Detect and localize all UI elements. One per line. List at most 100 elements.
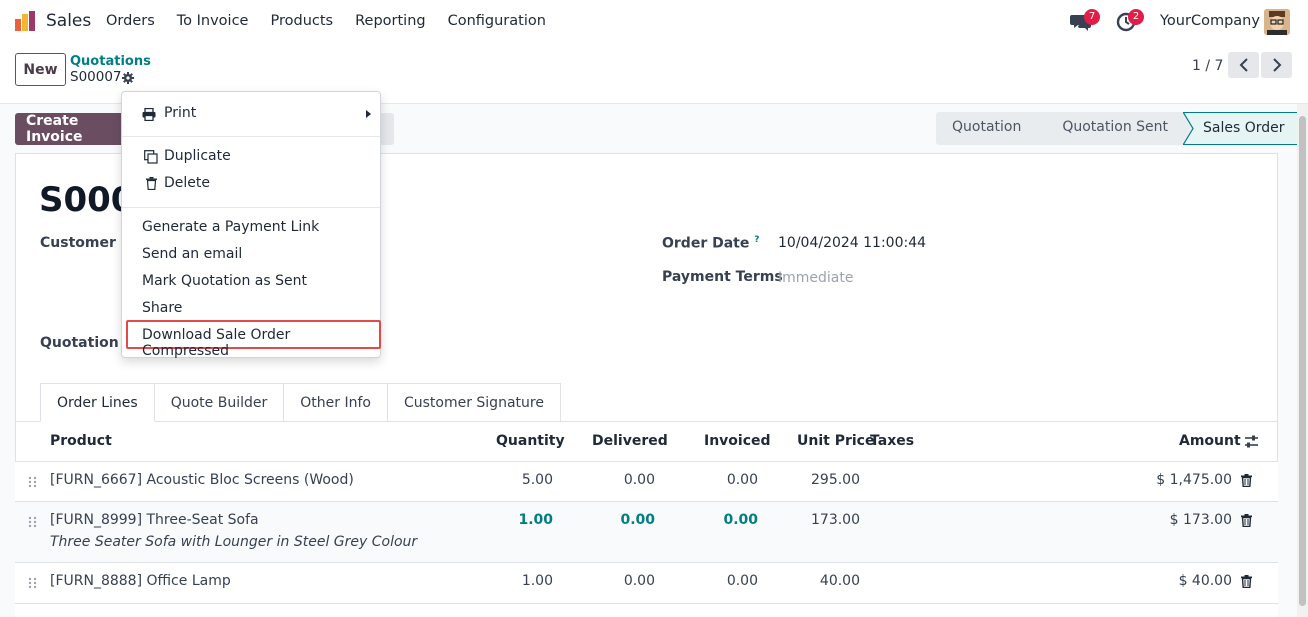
print-menu-item[interactable]: Print [122,101,380,127]
amount-value: $ 1,475.00 [1156,472,1232,488]
create-invoice-button[interactable]: Create Invoice [15,113,127,145]
delivered-value: 0.00 [623,573,655,589]
column-amount[interactable]: Amount [1179,433,1241,449]
mark-as-sent-menu-item[interactable]: Mark Quotation as Sent [122,269,380,295]
top-navbar: Sales Orders To Invoice Products Reporti… [0,0,1308,44]
stage-sales-order[interactable]: Sales Order [1195,112,1300,145]
user-avatar[interactable] [1264,9,1290,35]
duplicate-menu-item[interactable]: Duplicate [122,144,380,170]
new-button[interactable]: New [15,53,66,86]
generate-payment-link-menu-item[interactable]: Generate a Payment Link [122,215,380,241]
quantity-value[interactable]: 5.00 [453,472,553,488]
quantity-value[interactable]: 1.00 [453,573,553,589]
chevron-right-icon [1272,58,1281,72]
trash-icon[interactable] [1241,474,1252,487]
delete-menu-item[interactable]: Delete [122,171,380,197]
trash-icon [146,177,157,190]
trash-icon[interactable] [1241,514,1252,527]
table-row[interactable]: [FURN_8888] Office Lamp 1.00 0.00 0.00 4… [15,563,1278,604]
stage-quotation-sent[interactable]: Quotation Sent [1036,112,1184,145]
tab-quote-builder[interactable]: Quote Builder [154,383,285,422]
column-invoiced[interactable]: Invoiced [704,433,771,449]
menu-configuration[interactable]: Configuration [448,13,546,29]
tab-order-lines[interactable]: Order Lines [40,383,155,422]
table-row[interactable]: [FURN_6667] Acoustic Bloc Screens (Wood)… [15,462,1278,502]
main-menu: Orders To Invoice Products Reporting Con… [106,13,568,29]
avatar-image [1264,9,1290,35]
breadcrumb-current: S00007 [70,69,122,85]
chevron-left-icon [1239,58,1248,72]
pager-previous-button[interactable] [1228,52,1259,78]
pager-value[interactable]: 1 / 7 [1192,58,1223,74]
menu-divider [122,136,380,137]
status-bar: Quotation Quotation Sent Sales Order [936,112,1300,145]
menu-to-invoice[interactable]: To Invoice [177,13,249,29]
activities-badge: 2 [1128,9,1144,25]
app-name[interactable]: Sales [46,11,91,31]
company-switcher[interactable]: YourCompany [1160,13,1260,29]
action-dropdown-menu: Print Duplicate Delete Generate a Paymen… [121,91,381,359]
payment-terms-label: Payment Terms [662,269,783,285]
gear-icon[interactable] [122,72,134,84]
table-row[interactable]: [FURN_8999] Three-Seat Sofa Three Seater… [15,502,1278,563]
payment-terms-field[interactable]: Immediate [778,270,853,286]
column-unit-price[interactable]: Unit Price [797,433,874,449]
order-date-label: Order Date ? [662,235,759,252]
scrollbar-thumb[interactable] [1299,116,1306,606]
unit-price-value[interactable]: 40.00 [760,573,860,589]
print-icon [142,108,156,121]
share-menu-item[interactable]: Share [122,296,380,322]
amount-value: $ 40.00 [1178,573,1232,589]
tab-other-info[interactable]: Other Info [284,383,388,422]
delete-label: Delete [164,175,210,191]
unit-price-value[interactable]: 295.00 [760,472,860,488]
trash-icon[interactable] [1241,575,1252,588]
print-label: Print [164,105,197,121]
unit-price-value[interactable]: 173.00 [760,512,860,528]
optional-columns-icon[interactable] [1244,434,1259,449]
menu-orders[interactable]: Orders [106,13,155,29]
messages-badge: 7 [1084,9,1100,25]
menu-item-label: Share [142,300,183,316]
stage-quotation[interactable]: Quotation [936,112,1038,145]
order-lines-header: Product Quantity Delivered Invoiced Unit… [15,422,1278,462]
breadcrumb-quotations[interactable]: Quotations [70,54,151,69]
product-name[interactable]: [FURN_8888] Office Lamp [50,573,231,589]
drag-handle-icon[interactable] [28,516,37,528]
column-taxes[interactable]: Taxes [870,433,914,449]
customer-label: Customer [40,235,116,251]
order-date-field[interactable]: 10/04/2024 11:00:44 [778,235,926,251]
menu-reporting[interactable]: Reporting [355,13,426,29]
product-name[interactable]: [FURN_6667] Acoustic Bloc Screens (Wood) [50,472,354,488]
download-sale-order-compressed-menu-item[interactable]: Download Sale Order Compressed [126,320,381,359]
form-tabs: Order Lines Quote Builder Other Info Cus… [40,383,561,422]
menu-item-label: Mark Quotation as Sent [142,273,307,289]
product-name[interactable]: [FURN_8999] Three-Seat Sofa [50,512,259,528]
order-date-label-text: Order Date [662,235,750,252]
column-delivered[interactable]: Delivered [592,433,668,449]
delivered-value: 0.00 [623,472,655,488]
page-scrollbar[interactable] [1297,104,1308,617]
send-email-menu-item[interactable]: Send an email [122,242,380,268]
pager-next-button[interactable] [1261,52,1292,78]
menu-item-label: Send an email [142,246,243,262]
product-description: Three Seater Sofa with Lounger in Steel … [50,534,418,550]
column-product[interactable]: Product [50,433,112,449]
sales-app-icon[interactable] [14,10,36,32]
table-row[interactable] [15,604,1278,617]
menu-products[interactable]: Products [270,13,333,29]
menu-divider [122,207,380,208]
invoiced-value: 0.00 [726,472,758,488]
help-icon[interactable]: ? [754,235,759,245]
column-quantity[interactable]: Quantity [496,433,565,449]
stage-arrow [1183,112,1195,145]
amount-value: $ 173.00 [1169,512,1232,528]
caret-right-icon [366,110,371,118]
drag-handle-icon[interactable] [28,476,37,488]
menu-item-label: Generate a Payment Link [142,219,320,235]
drag-handle-icon[interactable] [28,577,37,589]
invoiced-value: 0.00 [726,573,758,589]
tab-customer-signature[interactable]: Customer Signature [387,383,561,422]
menu-item-label: Download Sale Order Compressed [142,327,291,359]
quantity-value[interactable]: 1.00 [453,512,553,528]
